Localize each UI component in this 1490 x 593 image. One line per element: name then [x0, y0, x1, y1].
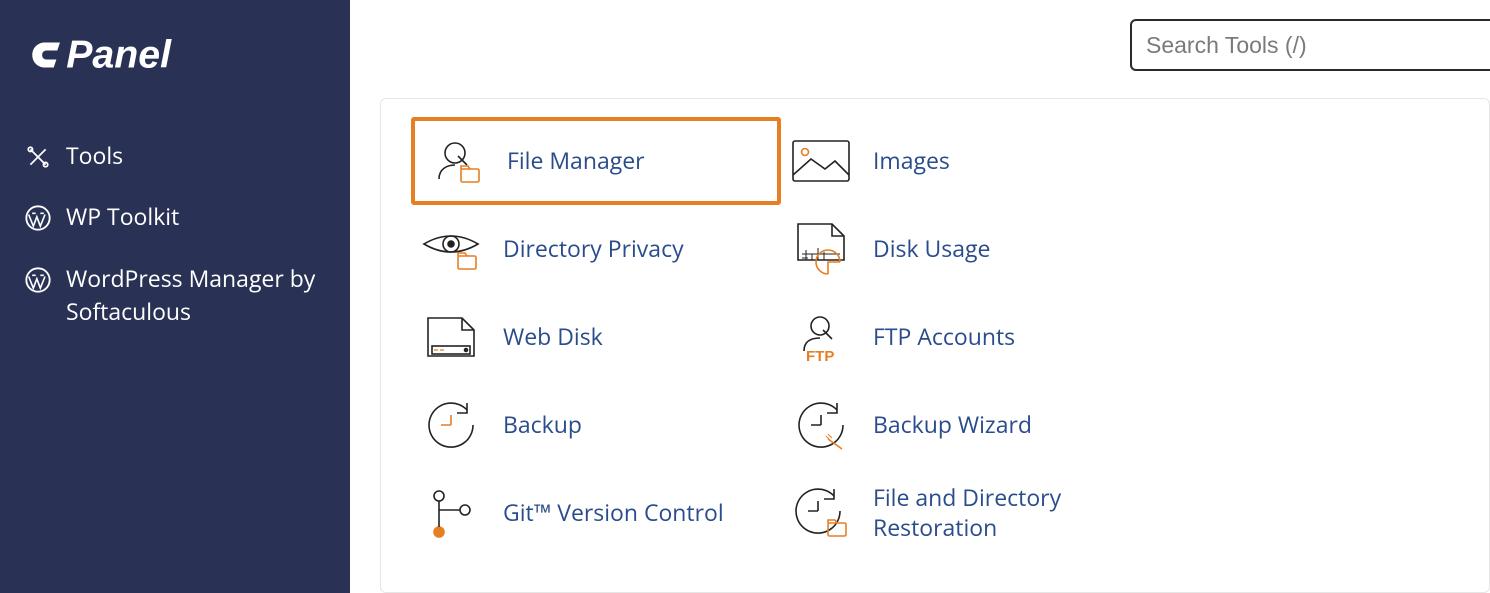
- main-area: File Manager Images: [350, 0, 1490, 593]
- tools-icon: [24, 143, 52, 171]
- ftp-accounts-icon: FTP: [791, 307, 851, 367]
- tool-ftp-accounts[interactable]: FTP FTP Accounts: [781, 293, 1151, 381]
- git-icon: [421, 483, 481, 543]
- tool-file-manager[interactable]: File Manager: [411, 117, 781, 205]
- tool-label: File and Directory Restoration: [873, 483, 1141, 543]
- tool-label: Web Disk: [503, 322, 603, 352]
- images-icon: [791, 131, 851, 191]
- sidebar-item-label: WordPress Manager by Softaculous: [66, 262, 326, 329]
- sidebar-item-wordpress-manager[interactable]: WordPress Manager by Softaculous: [20, 248, 330, 343]
- sidebar-item-label: WP Toolkit: [66, 200, 179, 233]
- tool-label: Images: [873, 146, 950, 176]
- directory-privacy-icon: [421, 219, 481, 279]
- disk-usage-icon: [791, 219, 851, 279]
- tool-web-disk[interactable]: Web Disk: [411, 293, 781, 381]
- svg-text:Panel: Panel: [66, 33, 172, 77]
- tool-images[interactable]: Images: [781, 117, 1151, 205]
- tool-git-version-control[interactable]: Git™ Version Control: [411, 469, 781, 557]
- svg-text:FTP: FTP: [806, 348, 834, 365]
- tool-disk-usage[interactable]: Disk Usage: [781, 205, 1151, 293]
- backup-icon: [421, 395, 481, 455]
- tool-label: FTP Accounts: [873, 322, 1015, 352]
- sidebar-item-tools[interactable]: Tools: [20, 125, 330, 186]
- tool-directory-privacy[interactable]: Directory Privacy: [411, 205, 781, 293]
- sidebar: Panel Tools WP Toolkit WordPress Manager…: [0, 0, 350, 593]
- file-manager-icon: [425, 131, 485, 191]
- search-input[interactable]: [1130, 19, 1490, 71]
- sidebar-item-label: Tools: [66, 139, 123, 172]
- tool-label: Disk Usage: [873, 234, 990, 264]
- tool-grid: File Manager Images: [411, 117, 1459, 557]
- wordpress-icon: [24, 266, 52, 294]
- tool-backup-wizard[interactable]: Backup Wizard: [781, 381, 1151, 469]
- tool-label: Backup: [503, 410, 582, 440]
- tool-backup[interactable]: Backup: [411, 381, 781, 469]
- backup-wizard-icon: [791, 395, 851, 455]
- search-row: [350, 0, 1490, 90]
- tool-file-directory-restoration[interactable]: File and Directory Restoration: [781, 469, 1151, 557]
- tool-label: Directory Privacy: [503, 234, 684, 264]
- tool-label: File Manager: [507, 146, 645, 176]
- web-disk-icon: [421, 307, 481, 367]
- tools-panel: File Manager Images: [380, 98, 1490, 593]
- tool-label: Git™ Version Control: [503, 498, 724, 528]
- tool-label: Backup Wizard: [873, 410, 1032, 440]
- cpanel-logo: Panel: [20, 30, 330, 85]
- sidebar-item-wp-toolkit[interactable]: WP Toolkit: [20, 186, 330, 247]
- wordpress-icon: [24, 204, 52, 232]
- file-restoration-icon: [791, 483, 851, 543]
